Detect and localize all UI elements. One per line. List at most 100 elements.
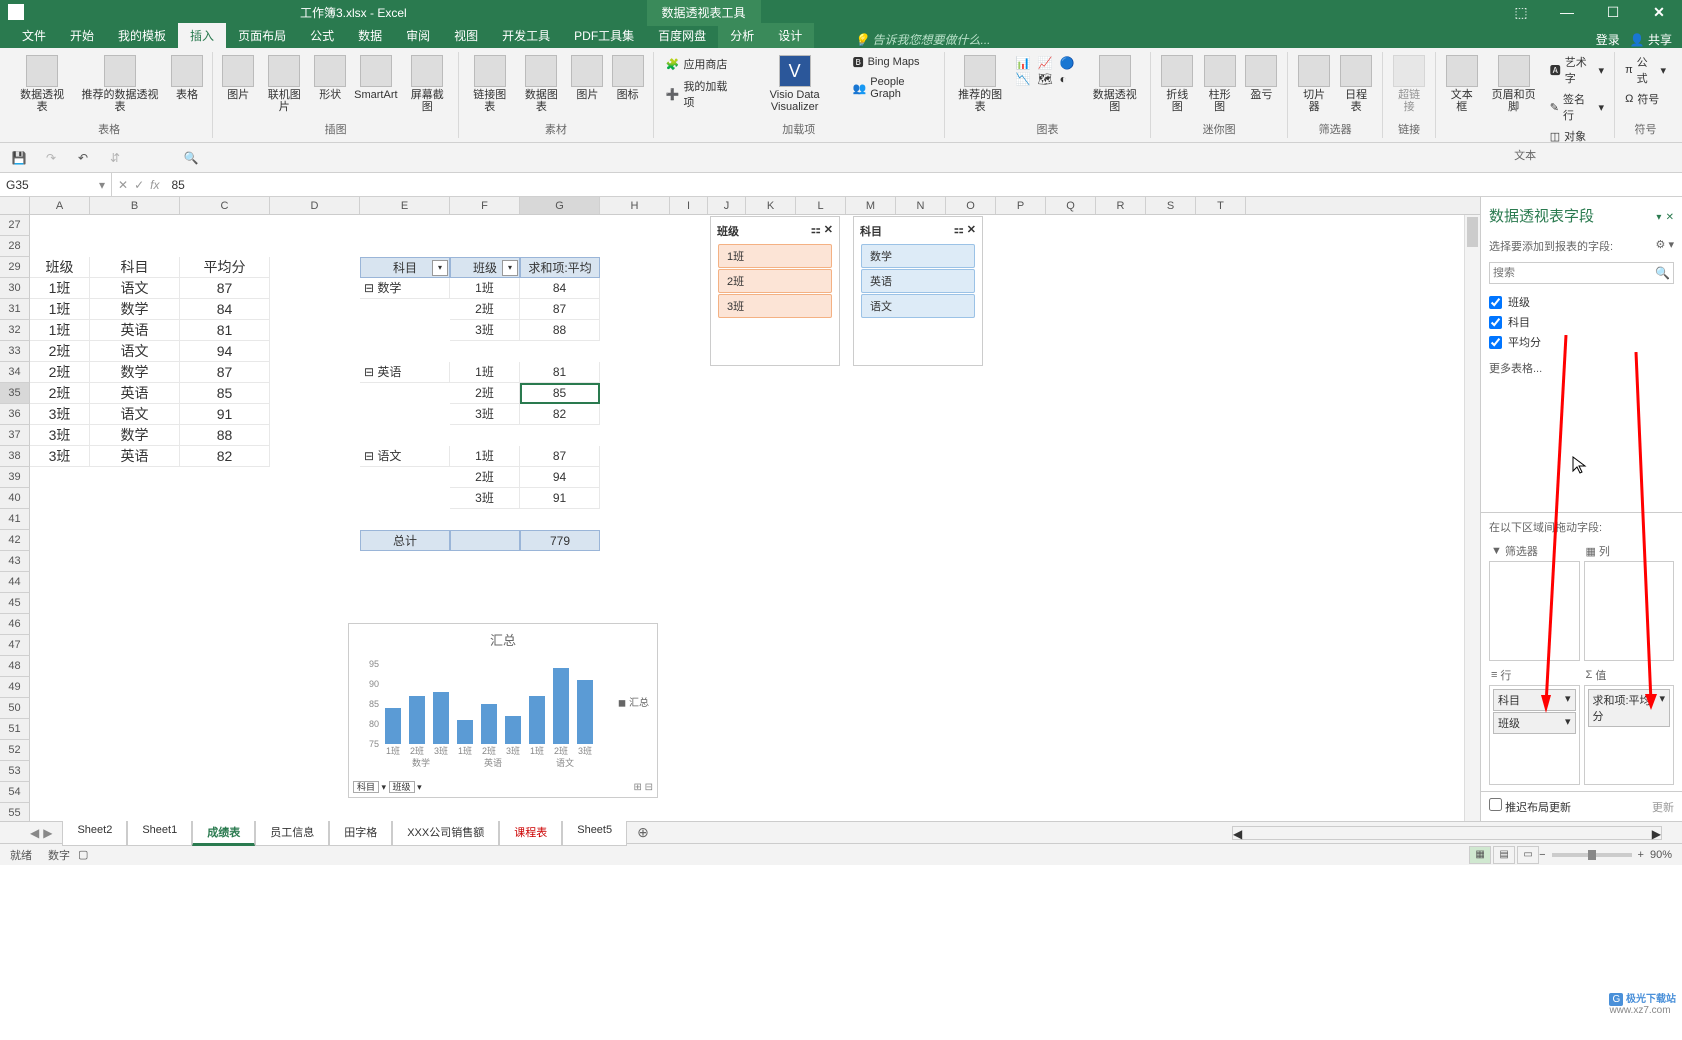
column-header[interactable]: B	[90, 197, 180, 214]
slicer-clear-icon[interactable]: ⚏ ✕	[811, 223, 833, 239]
row-header[interactable]: 47	[0, 635, 30, 656]
cell[interactable]: 82	[520, 404, 600, 425]
page-layout-view-button[interactable]: ▤	[1493, 846, 1515, 864]
row-header[interactable]: 46	[0, 614, 30, 635]
row-header[interactable]: 49	[0, 677, 30, 698]
cell[interactable]: 91	[180, 404, 270, 425]
slicer-item[interactable]: 语文	[861, 294, 975, 318]
cell[interactable]: 88	[180, 425, 270, 446]
row-header[interactable]: 42	[0, 530, 30, 551]
cell[interactable]: 平均分	[180, 257, 270, 278]
textbox-button[interactable]: 文本框	[1442, 52, 1481, 116]
column-header[interactable]: L	[796, 197, 846, 214]
cell[interactable]: ⊟ 英语	[360, 362, 450, 383]
sheet-tab[interactable]: 课程表	[499, 821, 562, 846]
row-header[interactable]: 32	[0, 320, 30, 341]
slicer-subject[interactable]: 科目⚏ ✕ 数学 英语 语文	[853, 216, 983, 366]
sparkline-winloss-button[interactable]: 盈亏	[1242, 52, 1281, 104]
column-header[interactable]: Q	[1046, 197, 1096, 214]
cell[interactable]: 求和项:平均分	[520, 257, 600, 278]
rows-drop-area[interactable]: 科目▾ 班级▾	[1489, 685, 1580, 785]
visio-button[interactable]: VVisio Data Visualizer	[743, 52, 847, 116]
column-header[interactable]: H	[600, 197, 670, 214]
row-header[interactable]: 34	[0, 362, 30, 383]
cell[interactable]: 81	[180, 320, 270, 341]
cell[interactable]: 3班	[30, 404, 90, 425]
column-header[interactable]: J	[708, 197, 746, 214]
column-header[interactable]: F	[450, 197, 520, 214]
cell[interactable]: 1班	[450, 278, 520, 299]
row-header[interactable]: 27	[0, 215, 30, 236]
field-checkbox[interactable]: 科目	[1489, 312, 1674, 332]
chart-type-icon[interactable]: 🔵	[1059, 56, 1079, 70]
column-header[interactable]: N	[896, 197, 946, 214]
my-addins-button[interactable]: ➕ 我的加载项	[662, 76, 739, 112]
tab-baidu[interactable]: 百度网盘	[646, 23, 718, 48]
chart-filter-subject[interactable]: 科目	[353, 781, 379, 793]
cell[interactable]: 1班	[450, 362, 520, 383]
cell[interactable]: 2班	[30, 362, 90, 383]
tab-page-layout[interactable]: 页面布局	[226, 23, 298, 48]
slicer-item[interactable]: 3班	[718, 294, 832, 318]
row-header[interactable]: 35	[0, 383, 30, 404]
cell[interactable]: 2班	[450, 467, 520, 488]
columns-drop-area[interactable]	[1584, 561, 1675, 661]
online-picture-button[interactable]: 联机图片	[259, 52, 309, 116]
print-preview-icon[interactable]: 🔍	[182, 149, 200, 167]
cell[interactable]: 2班	[30, 383, 90, 404]
header-footer-button[interactable]: 页眉和页脚	[1483, 52, 1543, 116]
task-pane-gear-icon[interactable]: ⚙ ▾	[1656, 238, 1674, 254]
cell[interactable]: 87	[180, 278, 270, 299]
row-header[interactable]: 39	[0, 467, 30, 488]
values-drop-area[interactable]: 求和项:平均分▾	[1584, 685, 1675, 785]
cell[interactable]: 总计	[360, 530, 450, 551]
horizontal-scrollbar[interactable]: ◀▶	[1232, 826, 1662, 840]
chart-type-icon[interactable]: 📊	[1015, 56, 1035, 70]
cell[interactable]: 数学	[90, 425, 180, 446]
field-checkbox[interactable]: 平均分	[1489, 332, 1674, 352]
slicer-item[interactable]: 1班	[718, 244, 832, 268]
timeline-button[interactable]: 日程表	[1336, 52, 1376, 116]
column-header[interactable]: S	[1146, 197, 1196, 214]
save-icon[interactable]: 💾	[10, 149, 28, 167]
select-all-corner[interactable]	[0, 197, 30, 214]
area-item[interactable]: 科目▾	[1493, 689, 1576, 711]
row-header[interactable]: 54	[0, 782, 30, 803]
area-item[interactable]: 班级▾	[1493, 712, 1576, 734]
sheet-tab[interactable]: XXX公司销售额	[392, 821, 499, 846]
bing-maps-button[interactable]: 🅱 Bing Maps	[849, 52, 938, 72]
cell[interactable]: 2班	[30, 341, 90, 362]
screenshot-button[interactable]: 屏幕截图	[402, 52, 452, 116]
pivot-chart[interactable]: 汇总 75808590951班2班3班1班2班3班1班2班3班数学英语语文 ◼ …	[348, 623, 658, 798]
filter-dropdown-icon[interactable]: ▾	[502, 260, 518, 276]
slicer-button[interactable]: 切片器	[1294, 52, 1334, 116]
update-button[interactable]: 更新	[1652, 799, 1674, 815]
tell-me-input[interactable]: 💡 告诉我您想要做什么...	[854, 31, 990, 48]
app-store-button[interactable]: 🧩 应用商店	[662, 54, 739, 74]
cell[interactable]: 数学	[90, 299, 180, 320]
slicer-class[interactable]: 班级⚏ ✕ 1班 2班 3班	[710, 216, 840, 366]
fx-icon[interactable]: fx	[150, 178, 159, 192]
column-header[interactable]: I	[670, 197, 708, 214]
sheet-nav-prev[interactable]: ◀	[30, 826, 39, 840]
sparkline-column-button[interactable]: 柱形图	[1199, 52, 1239, 116]
cell[interactable]: 英语	[90, 446, 180, 467]
zoom-out-button[interactable]: −	[1539, 849, 1545, 861]
chart-type-icon[interactable]: ◐	[1059, 72, 1079, 86]
task-pane-dropdown-icon[interactable]: ▾	[1656, 212, 1661, 223]
cell[interactable]: 语文	[90, 341, 180, 362]
tab-analyze[interactable]: 分析	[718, 23, 766, 48]
column-header[interactable]: R	[1096, 197, 1146, 214]
tab-pdf-tools[interactable]: PDF工具集	[562, 23, 646, 48]
cell[interactable]: 94	[180, 341, 270, 362]
row-header[interactable]: 36	[0, 404, 30, 425]
undo-icon[interactable]: ↶	[74, 149, 92, 167]
cell[interactable]: 1班	[450, 446, 520, 467]
zoom-in-button[interactable]: +	[1638, 849, 1644, 861]
cell[interactable]: 1班	[30, 299, 90, 320]
page-break-view-button[interactable]: ▭	[1517, 846, 1539, 864]
normal-view-button[interactable]: ▦	[1469, 846, 1491, 864]
hyperlink-button[interactable]: 超链接	[1389, 52, 1429, 116]
formula-input[interactable]: 85	[165, 178, 1682, 192]
filter-dropdown-icon[interactable]: ▾	[432, 260, 448, 276]
